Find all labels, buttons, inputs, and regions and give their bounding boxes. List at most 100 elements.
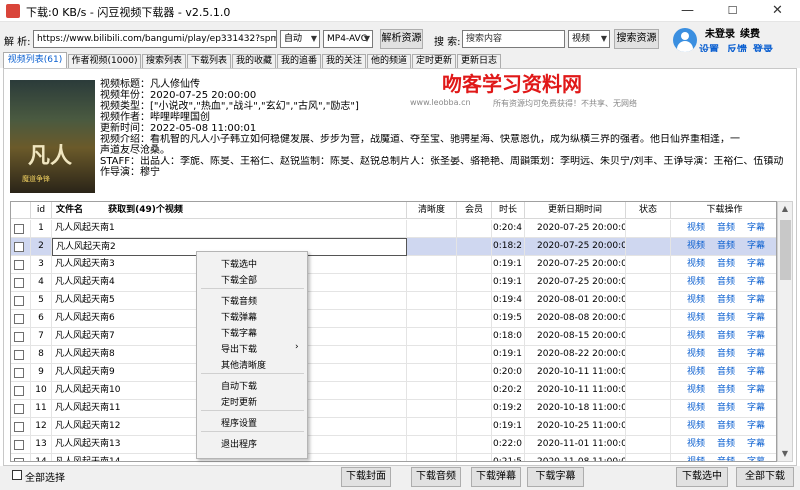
row-audio-link[interactable]: 音频 [717, 238, 735, 255]
header-ops[interactable]: 下载操作 [671, 202, 776, 219]
row-audio-link[interactable]: 音频 [717, 292, 735, 309]
download-all-button[interactable]: 全部下载 [736, 467, 794, 487]
table-row[interactable]: 5 凡人风起天南5 0:19:4 2020-08-01 20:00:00 视频 音频 字幕 [11, 292, 776, 310]
row-subtitle-link[interactable]: 字幕 [747, 436, 765, 453]
menu-export-download[interactable]: 导出下载 [221, 342, 257, 355]
row-audio-link[interactable]: 音频 [717, 220, 735, 237]
row-video-link[interactable]: 视频 [687, 364, 705, 381]
header-check[interactable] [11, 202, 31, 219]
row-audio-link[interactable]: 音频 [717, 454, 735, 461]
tab-following[interactable]: 我的关注 [322, 54, 366, 69]
row-video-link[interactable]: 视频 [687, 418, 705, 435]
menu-download-audio[interactable]: 下载音频 [221, 294, 257, 307]
tab-download-list[interactable]: 下载列表 [187, 54, 231, 69]
header-id[interactable]: id [31, 202, 52, 219]
row-audio-link[interactable]: 音频 [717, 400, 735, 417]
row-video-link[interactable]: 视频 [687, 328, 705, 345]
tab-search-list[interactable]: 搜索列表 [142, 54, 186, 69]
row-checkbox[interactable] [14, 296, 24, 306]
tab-following-anime[interactable]: 我的追番 [277, 54, 321, 69]
close-button[interactable]: ✕ [755, 0, 800, 22]
scroll-up-icon[interactable]: ▲ [778, 202, 792, 216]
menu-scheduled-update[interactable]: 定时更新 [221, 395, 257, 408]
row-subtitle-link[interactable]: 字幕 [747, 256, 765, 273]
table-scrollbar[interactable]: ▲ ▼ [777, 201, 793, 462]
download-selected-button[interactable]: 下载选中 [676, 467, 728, 487]
row-audio-link[interactable]: 音频 [717, 274, 735, 291]
row-audio-link[interactable]: 音频 [717, 364, 735, 381]
menu-download-all[interactable]: 下载全部 [221, 273, 257, 286]
table-row[interactable]: 2 凡人风起天南2 0:18:2 2020-07-25 20:00:00 视频 音频 字幕 [11, 238, 776, 256]
row-checkbox[interactable] [14, 404, 24, 414]
url-input[interactable]: https://www.bilibili.com/bangumi/play/ep… [33, 30, 277, 48]
row-subtitle-link[interactable]: 字幕 [747, 238, 765, 255]
table-row[interactable]: 10 凡人风起天南10 0:20:2 2020-10-11 11:00:00 视频 音频字… [11, 382, 776, 400]
tab-his-channel[interactable]: 他的频道 [367, 54, 411, 69]
row-checkbox[interactable] [14, 458, 24, 461]
menu-auto-download[interactable]: 自动下载 [221, 379, 257, 392]
row-video-link[interactable]: 视频 [687, 238, 705, 255]
row-subtitle-link[interactable]: 字幕 [747, 292, 765, 309]
row-subtitle-link[interactable]: 字幕 [747, 220, 765, 237]
row-video-link[interactable]: 视频 [687, 310, 705, 327]
row-subtitle-link[interactable]: 字幕 [747, 418, 765, 435]
header-member[interactable]: 会员 [457, 202, 492, 219]
menu-download-selected[interactable]: 下载选中 [221, 257, 257, 270]
row-subtitle-link[interactable]: 字幕 [747, 274, 765, 291]
row-audio-link[interactable]: 音频 [717, 382, 735, 399]
row-video-link[interactable]: 视频 [687, 382, 705, 399]
search-button[interactable]: 搜索资源 [614, 29, 659, 49]
table-row[interactable]: 3 凡人风起天南3 0:19:1 2020-07-25 20:00:00 视频 音频 字幕 [11, 256, 776, 274]
tab-favorites[interactable]: 我的收藏 [232, 54, 276, 69]
row-audio-link[interactable]: 音频 [717, 256, 735, 273]
row-checkbox[interactable] [14, 386, 24, 396]
row-video-link[interactable]: 视频 [687, 292, 705, 309]
download-cover-button[interactable]: 下载封面 [341, 467, 391, 487]
mode-select[interactable]: 自动 ▼ [280, 30, 320, 48]
minimize-button[interactable]: — [665, 0, 710, 22]
row-subtitle-link[interactable]: 字幕 [747, 454, 765, 461]
tab-author-videos[interactable]: 作者视频(1000) [68, 54, 141, 69]
table-row[interactable]: 9 凡人风起天南9 0:20:0 2020-10-11 11:00:00 视频 音频 字幕 [11, 364, 776, 382]
maximize-button[interactable]: ☐ [710, 0, 755, 22]
table-row[interactable]: 14 凡人风起天南14 0:21:5 2020-11-08 11:00:00 视频 音频字… [11, 454, 776, 461]
row-checkbox[interactable] [14, 242, 24, 252]
search-input[interactable]: 搜索内容 [462, 30, 565, 48]
tab-video-list[interactable]: 视频列表(61) [3, 52, 67, 69]
header-duration[interactable]: 时长 [492, 202, 525, 219]
table-row[interactable]: 1 凡人风起天南1 0:20:4 2020-07-25 20:00:00 视频 音频 字幕 [11, 220, 776, 238]
row-subtitle-link[interactable]: 字幕 [747, 364, 765, 381]
scroll-down-icon[interactable]: ▼ [778, 447, 792, 461]
menu-exit[interactable]: 退出程序 [221, 437, 257, 450]
table-row[interactable]: 7 凡人风起天南7 0:18:0 2020-08-15 20:00:00 视频 音频 字幕 [11, 328, 776, 346]
row-video-link[interactable]: 视频 [687, 274, 705, 291]
menu-settings[interactable]: 程序设置 [221, 416, 257, 429]
download-audio-button[interactable]: 下载音频 [411, 467, 461, 487]
row-video-link[interactable]: 视频 [687, 346, 705, 363]
row-checkbox[interactable] [14, 224, 24, 234]
row-video-link[interactable]: 视频 [687, 220, 705, 237]
header-state[interactable]: 状态 [626, 202, 671, 219]
download-danmaku-button[interactable]: 下载弹幕 [471, 467, 521, 487]
row-checkbox[interactable] [14, 422, 24, 432]
menu-download-danmaku[interactable]: 下载弹幕 [221, 310, 257, 323]
row-audio-link[interactable]: 音频 [717, 310, 735, 327]
row-video-link[interactable]: 视频 [687, 256, 705, 273]
vip-renew-link[interactable]: 续费 [740, 25, 760, 40]
row-checkbox[interactable] [14, 332, 24, 342]
table-row[interactable]: 8 凡人风起天南8 0:19:1 2020-08-22 20:00:00 视频 音频 字幕 [11, 346, 776, 364]
row-audio-link[interactable]: 音频 [717, 418, 735, 435]
row-audio-link[interactable]: 音频 [717, 328, 735, 345]
row-audio-link[interactable]: 音频 [717, 436, 735, 453]
table-row[interactable]: 12 凡人风起天南12 0:19:1 2020-10-25 11:00:00 视频 音频字… [11, 418, 776, 436]
row-audio-link[interactable]: 音频 [717, 346, 735, 363]
row-video-link[interactable]: 视频 [687, 400, 705, 417]
tab-scheduled-update[interactable]: 定时更新 [412, 54, 456, 69]
table-row[interactable]: 13 凡人风起天南13 0:22:0 2020-11-01 11:00:00 视频 音频字… [11, 436, 776, 454]
row-checkbox[interactable] [14, 314, 24, 324]
header-date[interactable]: 更新日期时间 [525, 202, 626, 219]
header-filename[interactable]: 文件名 获取到(49)个视频 [52, 202, 407, 219]
row-subtitle-link[interactable]: 字幕 [747, 328, 765, 345]
header-quality[interactable]: 清晰度 [407, 202, 457, 219]
menu-other-quality[interactable]: 其他清晰度 [221, 358, 266, 371]
